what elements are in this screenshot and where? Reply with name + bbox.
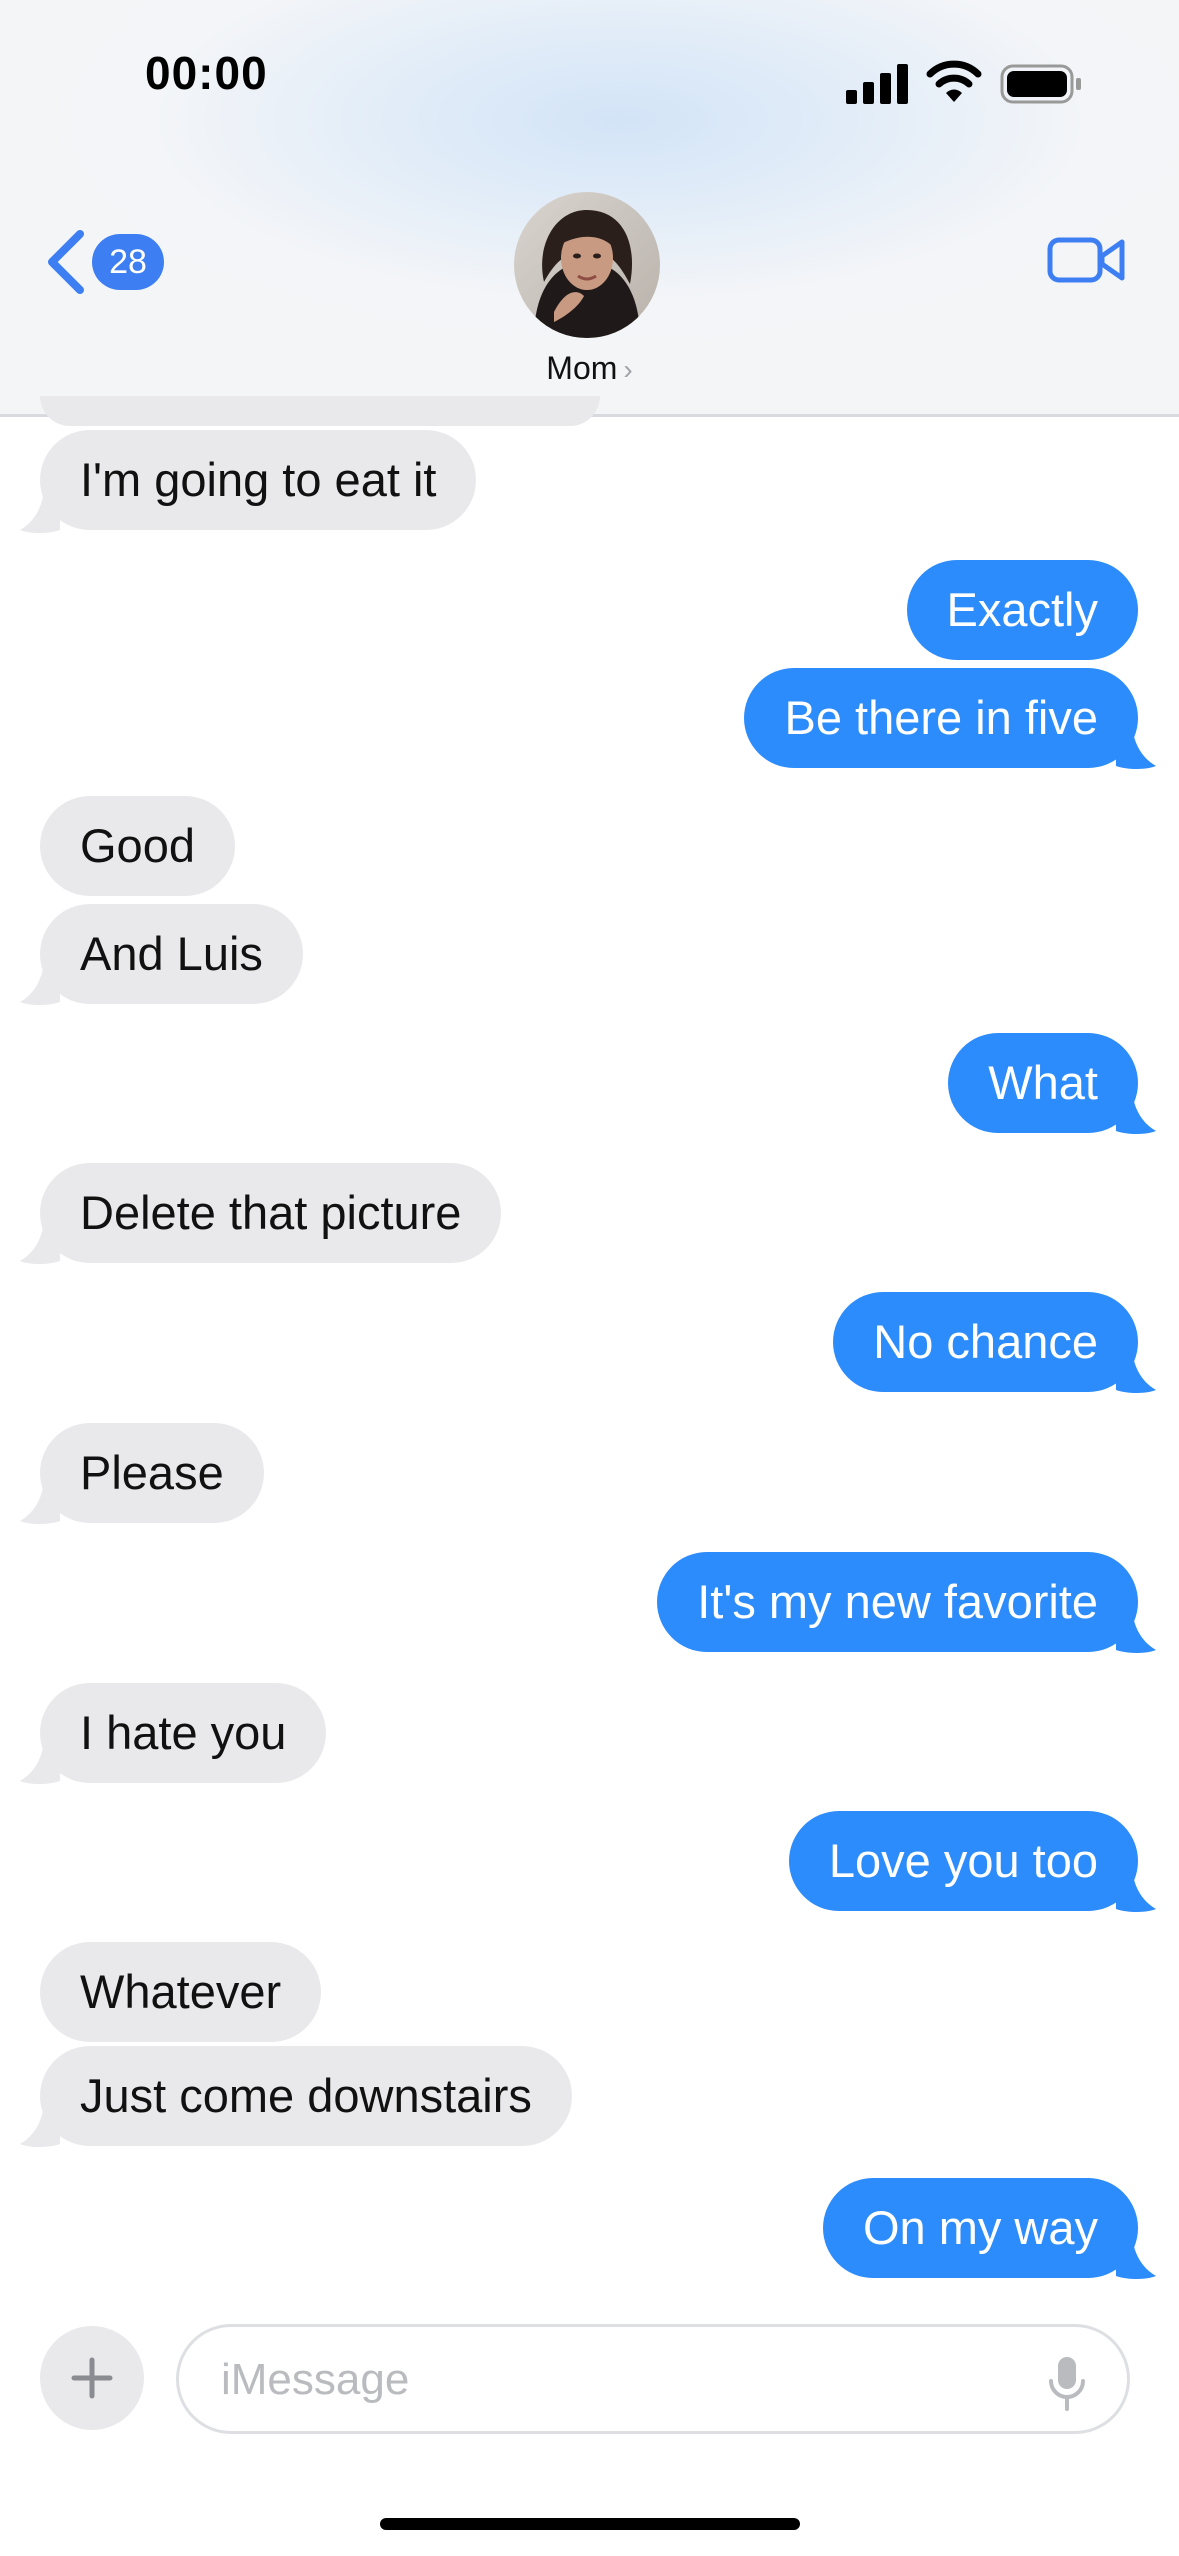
message-bubble-incoming[interactable]: And Luis <box>40 904 303 1004</box>
battery-icon <box>1000 64 1081 104</box>
bubble-tail <box>1116 1091 1156 1134</box>
message-text: I hate you <box>80 1706 287 1759</box>
bubble-tail <box>1116 726 1156 769</box>
message-bubble-incoming[interactable]: I hate you <box>40 1683 327 1783</box>
contact-avatar[interactable] <box>514 192 660 338</box>
contact-name-button[interactable]: Mom › <box>0 350 1179 387</box>
bubble-tail <box>20 2104 60 2147</box>
plus-icon <box>71 2357 113 2399</box>
add-attachment-button[interactable] <box>40 2326 144 2430</box>
message-text: Delete that picture <box>80 1186 462 1239</box>
status-time: 00:00 <box>145 47 268 99</box>
message-input-container[interactable] <box>176 2324 1130 2434</box>
bubble-tail <box>1116 2236 1156 2279</box>
bubble-tail <box>20 490 60 533</box>
bubble-tail <box>20 1741 60 1784</box>
message-bubble-outgoing[interactable]: It's my new favorite <box>657 1552 1138 1652</box>
message-bubble-incoming[interactable]: Please <box>40 1423 264 1523</box>
home-indicator[interactable] <box>380 2518 800 2530</box>
message-bubble-incoming[interactable]: I'm going to eat it <box>40 430 477 530</box>
message-text: Be there in five <box>784 691 1098 744</box>
back-button[interactable]: 28 <box>44 222 174 302</box>
message-text: Exactly <box>946 583 1099 636</box>
message-text: Please <box>80 1446 224 1499</box>
message-bubble-incoming[interactable]: Whatever <box>40 1942 322 2042</box>
bubble-tail <box>20 962 60 1005</box>
conversation-header: 00:00 28 Mom › <box>0 0 1179 417</box>
signal-icon <box>846 64 908 104</box>
message-text: It's my new favorite <box>697 1575 1098 1628</box>
message-bubble-incoming[interactable]: Good <box>40 796 235 896</box>
message-text: What <box>988 1056 1098 1109</box>
message-text: I'm going to eat it <box>80 453 437 506</box>
chevron-right-icon: › <box>623 354 633 385</box>
message-bubble-outgoing[interactable]: On my way <box>822 2178 1138 2278</box>
message-text: On my way <box>862 2201 1098 2254</box>
message-text: Just come downstairs <box>80 2069 532 2122</box>
bubble-tail <box>1116 1610 1156 1653</box>
bubble-tail <box>1116 1350 1156 1393</box>
message-bubble-incoming[interactable]: Delete that picture <box>40 1163 502 1263</box>
bubble-tail <box>20 1221 60 1264</box>
message-bubble-outgoing[interactable]: What <box>948 1033 1138 1133</box>
message-input[interactable] <box>219 2347 1003 2413</box>
message-text: Love you too <box>828 1834 1098 1887</box>
message-text: Whatever <box>80 1965 282 2018</box>
message-bubble-outgoing[interactable]: Exactly <box>906 560 1138 660</box>
message-text: And Luis <box>80 927 263 980</box>
contact-name: Mom <box>546 350 618 386</box>
video-call-icon[interactable] <box>1046 228 1126 292</box>
message-bubble-incoming[interactable]: Just come downstairs <box>40 2046 572 2146</box>
message-bubble-outgoing[interactable]: Love you too <box>788 1811 1138 1911</box>
message-bubble-outgoing[interactable]: No chance <box>833 1292 1138 1392</box>
back-chevron-icon <box>48 230 84 294</box>
microphone-icon[interactable] <box>1047 2355 1087 2411</box>
wifi-icon <box>926 60 982 102</box>
message-text: Good <box>80 819 195 872</box>
unread-count-badge: 28 <box>92 234 164 290</box>
bubble-tail <box>1116 1869 1156 1912</box>
message-bubble-partial <box>40 396 600 426</box>
message-bubble-outgoing[interactable]: Be there in five <box>744 668 1138 768</box>
bubble-tail <box>20 1481 60 1524</box>
message-text: No chance <box>873 1315 1098 1368</box>
